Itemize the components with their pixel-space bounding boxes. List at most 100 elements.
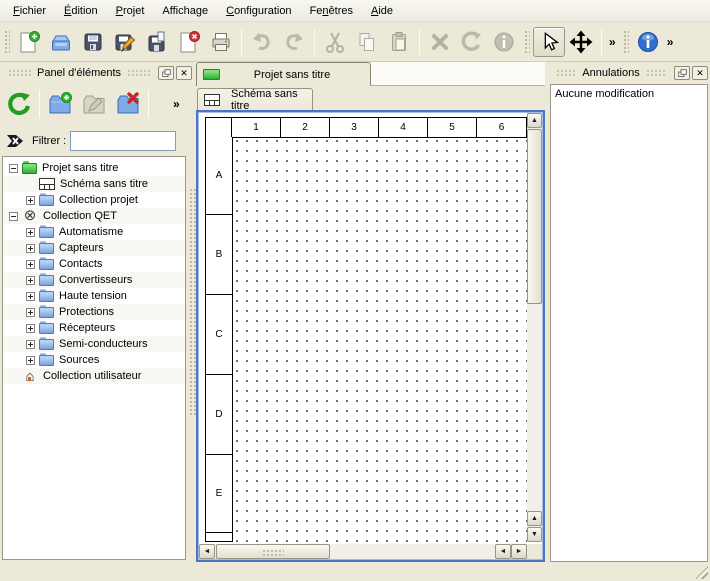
- tree-item[interactable]: Schéma sans titre: [3, 176, 185, 192]
- project-tab-label: Projet sans titre: [220, 69, 364, 81]
- menu-item[interactable]: Fenêtres: [301, 0, 362, 21]
- tree-item[interactable]: Contacts: [3, 256, 185, 272]
- about-button[interactable]: [632, 27, 664, 57]
- edit-category-button[interactable]: [78, 89, 110, 119]
- delete-button[interactable]: [424, 27, 456, 57]
- diagram-row-label: A: [206, 137, 232, 215]
- tree-item[interactable]: Protections: [3, 304, 185, 320]
- open-project-button[interactable]: [45, 27, 77, 57]
- diagram-row-label: E: [206, 455, 232, 533]
- undo-button[interactable]: [246, 27, 278, 57]
- cut-button[interactable]: [319, 27, 351, 57]
- close-panel-button[interactable]: ✕: [692, 66, 708, 80]
- toolbar-overflow-chevron[interactable]: »: [606, 35, 619, 49]
- horizontal-scrollbar[interactable]: ◄ ◄ ►: [199, 544, 527, 559]
- reload-collection-button[interactable]: [3, 89, 35, 119]
- scroll-up-button[interactable]: ▲: [527, 113, 542, 128]
- scroll-right-button[interactable]: ►: [511, 544, 527, 559]
- resize-grip[interactable]: [695, 566, 708, 579]
- save-button[interactable]: [77, 27, 109, 57]
- scroll-left-button[interactable]: ◄: [495, 544, 511, 559]
- save-all-button[interactable]: [141, 27, 173, 57]
- toolbar-grip[interactable]: [622, 29, 629, 55]
- toolbar-grip[interactable]: [523, 29, 530, 55]
- toolbar-overflow-chevron[interactable]: »: [664, 35, 677, 49]
- tree-expander[interactable]: [9, 212, 18, 221]
- tree-item[interactable]: Récepteurs: [3, 320, 185, 336]
- tree-expander[interactable]: [26, 244, 35, 253]
- tree-item[interactable]: Projet sans titre: [3, 160, 185, 176]
- menu-item[interactable]: Projet: [107, 0, 154, 21]
- toolbar-grip[interactable]: [3, 29, 10, 55]
- tree-item-icon: ⊗: [22, 210, 38, 222]
- left-arrow-icon: ◄: [204, 548, 211, 555]
- scroll-up-button[interactable]: ▲: [527, 511, 542, 526]
- clear-filter-button[interactable]: [4, 132, 26, 150]
- print-button[interactable]: [205, 27, 237, 57]
- tree-item[interactable]: Capteurs: [3, 240, 185, 256]
- tree-item[interactable]: Collection projet: [3, 192, 185, 208]
- horizontal-scroll-thumb[interactable]: [216, 544, 330, 559]
- open-project-icon: [49, 30, 73, 54]
- redo-button[interactable]: [278, 27, 310, 57]
- tree-expander[interactable]: [26, 196, 35, 205]
- tree-expander[interactable]: [9, 164, 18, 173]
- menu-item[interactable]: Édition: [55, 0, 107, 21]
- menu-item[interactable]: Configuration: [217, 0, 300, 21]
- diagram-row-label: [206, 533, 232, 542]
- tree-expander[interactable]: [26, 308, 35, 317]
- tree-item-icon: [39, 259, 54, 270]
- collection-toolbar-overflow[interactable]: »: [170, 97, 183, 111]
- select-pointer-icon: [538, 31, 560, 53]
- project-folder-icon: [203, 69, 220, 80]
- new-document-button[interactable]: [13, 27, 45, 57]
- tree-expander[interactable]: [26, 228, 35, 237]
- toolbar-separator: [419, 29, 420, 55]
- tree-item[interactable]: Haute tension: [3, 288, 185, 304]
- float-panel-button[interactable]: [158, 66, 174, 80]
- menu-item[interactable]: Fichier: [4, 0, 55, 21]
- tree-item-icon: [39, 275, 54, 286]
- tree-item[interactable]: Semi-conducteurs: [3, 336, 185, 352]
- tree-expander[interactable]: [26, 292, 35, 301]
- elements-panel-titlebar: Panel d'éléments ✕: [2, 64, 192, 82]
- horizontal-scroll-track[interactable]: [330, 544, 495, 559]
- diagram-canvas[interactable]: 123456 ABCDE: [199, 113, 527, 542]
- menu-item[interactable]: Affichage: [153, 0, 217, 21]
- tree-expander[interactable]: [26, 324, 35, 333]
- tab-schema[interactable]: Schéma sans titre: [197, 88, 313, 110]
- up-arrow-icon: ▲: [531, 515, 538, 522]
- float-panel-button[interactable]: [674, 66, 690, 80]
- diagram-column-label: 5: [428, 118, 477, 137]
- scroll-down-button[interactable]: ▼: [527, 527, 542, 542]
- delete-category-button[interactable]: [112, 89, 144, 119]
- rotate-button[interactable]: [456, 27, 488, 57]
- tree-item[interactable]: Sources: [3, 352, 185, 368]
- select-tool-button[interactable]: [533, 27, 565, 57]
- vertical-scrollbar[interactable]: ▲ ▲ ▼: [527, 113, 542, 542]
- scroll-left-button[interactable]: ◄: [199, 544, 215, 559]
- undo-history-list[interactable]: Aucune modification: [550, 84, 708, 562]
- tree-expander[interactable]: [26, 260, 35, 269]
- diagram-row-label: B: [206, 215, 232, 295]
- paste-button[interactable]: [383, 27, 415, 57]
- save-as-button[interactable]: [109, 27, 141, 57]
- filter-input[interactable]: [70, 131, 176, 151]
- close-panel-button[interactable]: ✕: [176, 66, 192, 80]
- tree-item[interactable]: Convertisseurs: [3, 272, 185, 288]
- tree-expander[interactable]: [26, 340, 35, 349]
- close-document-button[interactable]: [173, 27, 205, 57]
- vertical-scroll-thumb[interactable]: [527, 129, 542, 304]
- tree-expander[interactable]: [26, 356, 35, 365]
- info-button-disabled[interactable]: [488, 27, 520, 57]
- copy-button[interactable]: [351, 27, 383, 57]
- menu-item[interactable]: Aide: [362, 0, 402, 21]
- tab-project[interactable]: Projet sans titre: [196, 62, 371, 86]
- new-category-button[interactable]: [44, 89, 76, 119]
- tree-item[interactable]: ⌂ Collection utilisateur: [3, 368, 185, 384]
- tree-expander[interactable]: [26, 276, 35, 285]
- tree-item[interactable]: ⊗ Collection QET: [3, 208, 185, 224]
- move-tool-button[interactable]: [565, 27, 597, 57]
- panel-splitter[interactable]: [189, 188, 196, 416]
- tree-item[interactable]: Automatisme: [3, 224, 185, 240]
